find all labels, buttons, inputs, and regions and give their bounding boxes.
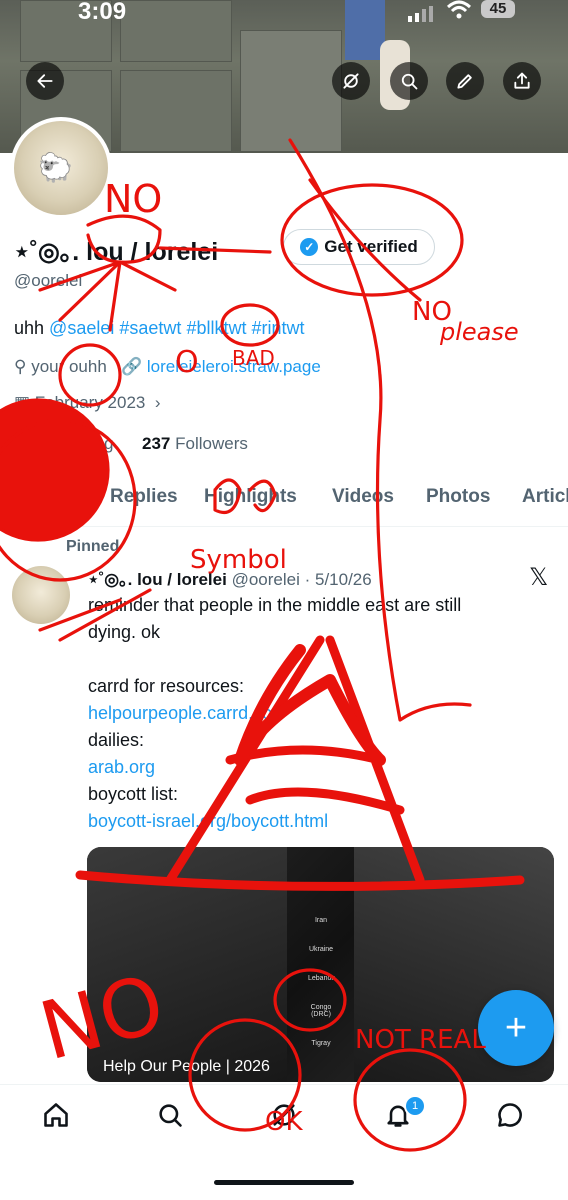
tab-articles[interactable]: Articles — [522, 486, 568, 508]
chevron-right-icon: › — [150, 393, 161, 412]
bio-text: uhh — [14, 318, 50, 338]
post-text-line: dailies: — [88, 730, 145, 750]
link-icon: 🔗 — [120, 357, 143, 376]
back-arrow-icon — [37, 74, 53, 88]
annotation-no-please: please — [439, 318, 519, 346]
bio-link[interactable]: @saelei — [49, 318, 114, 338]
card-flag-label: Ukraine — [308, 946, 334, 953]
search-icon — [159, 1104, 182, 1127]
card-flag-label: Tigray — [311, 1040, 331, 1047]
edit-button[interactable] — [446, 62, 484, 100]
post-link[interactable]: boycott-israel.org/boycott.html — [88, 808, 548, 835]
get-verified-button[interactable]: ✓ Get verified — [283, 229, 435, 265]
search-icon — [401, 73, 418, 90]
post-body: reminder that people in the middle east … — [88, 592, 548, 835]
status-time: 3:09 — [78, 0, 127, 25]
card-flag-list: Iran Ukraine Lebanon Congo (DRC) Tigray — [308, 917, 336, 1069]
share-button[interactable] — [503, 62, 541, 100]
profile-handle: @oorelei — [14, 271, 83, 290]
profile-location: your ouhh — [31, 357, 107, 376]
profile-bio: uhh @saelei #saetwt #bllktwt #rintwt — [14, 318, 305, 339]
grok-icon — [273, 1104, 295, 1126]
nav-messages[interactable] — [496, 1101, 526, 1131]
profile-display-name: ⋆˚◎｡. lou / lorelei — [14, 238, 219, 266]
plus-icon: + — [504, 1006, 528, 1049]
compose-post-button[interactable]: + — [478, 990, 554, 1066]
post-link[interactable]: helpourpeople.carrd.co — [88, 700, 548, 727]
tab-posts[interactable]: Posts — [22, 486, 74, 508]
wifi-icon — [446, 0, 472, 26]
home-indicator — [214, 1180, 354, 1185]
profile-meta-row: ⚲ your ouhh 🔗 loreleieleroi.straw.page — [14, 357, 321, 377]
tab-highlights[interactable]: Highlights — [204, 486, 297, 508]
tab-photos[interactable]: Photos — [426, 486, 490, 508]
profile-website[interactable]: loreleieleroi.straw.page — [147, 357, 321, 376]
post-separator: · — [304, 570, 311, 589]
nav-search[interactable] — [156, 1101, 186, 1131]
post-text-line: boycott list: — [88, 784, 179, 804]
pencil-icon — [457, 74, 472, 89]
card-flag-label: Lebanon — [308, 975, 336, 982]
signal-icon — [408, 6, 436, 27]
search-button[interactable] — [390, 62, 428, 100]
post-author-avatar[interactable] — [12, 566, 70, 624]
profile-joined-row[interactable]: ▦ February 2023 › — [14, 393, 161, 413]
post-author-name: ⋆˚◎｡. lou / lorelei — [88, 570, 227, 589]
calendar-icon: ▦ — [14, 393, 31, 412]
nav-grok[interactable] — [270, 1101, 300, 1131]
profile-joined: February 2023 — [34, 393, 146, 412]
annotation-no: NO — [104, 177, 162, 221]
profile-avatar[interactable]: 🐑 — [10, 117, 112, 219]
bio-link[interactable]: #saetwt — [119, 318, 181, 338]
x-logo-icon: 𝕏 — [529, 564, 549, 591]
post-text-line — [88, 646, 548, 673]
post-text-line: dying. ok — [88, 622, 161, 642]
battery-indicator: 45 — [481, 0, 515, 18]
bio-link[interactable]: #bllktwt — [186, 318, 246, 338]
get-verified-label: Get verified — [324, 237, 418, 256]
following-count[interactable]: 77 Following — [18, 434, 113, 454]
share-icon — [514, 72, 530, 89]
notification-badge: 1 — [404, 1095, 426, 1117]
card-flag-label: Congo (DRC) — [310, 1004, 332, 1018]
status-bar: 3:09 45 — [0, 0, 568, 28]
home-icon — [44, 1103, 68, 1127]
back-button[interactable] — [26, 62, 64, 100]
pinned-label: Pinned — [66, 538, 120, 555]
tab-replies[interactable]: Replies — [110, 486, 178, 508]
post-date: 5/10/26 — [315, 570, 372, 589]
post-link[interactable]: arab.org — [88, 754, 548, 781]
card-flag-label: Iran — [314, 917, 328, 924]
post-text-line: carrd for resources: — [88, 676, 245, 696]
verified-check-icon: ✓ — [300, 238, 319, 256]
followers-count[interactable]: 237 Followers — [142, 434, 248, 454]
post-author-handle: @oorelei — [231, 570, 300, 589]
post-author-row[interactable]: ⋆˚◎｡. lou / lorelei @oorelei · 5/10/26 — [88, 565, 372, 590]
nav-home[interactable] — [42, 1101, 72, 1131]
profile-tabs: Posts Replies Highlights Videos Photos A… — [0, 478, 568, 527]
tab-videos[interactable]: Videos — [332, 486, 394, 508]
post-text-line: reminder that people in the middle east … — [88, 595, 462, 615]
location-icon: ⚲ — [14, 357, 27, 376]
annotation-no-please: NO — [412, 297, 452, 327]
grok-button[interactable] — [332, 62, 370, 100]
card-caption: Help Our People | 2026 — [103, 1058, 270, 1075]
grok-icon — [343, 73, 359, 89]
bio-link[interactable]: #rintwt — [251, 318, 304, 338]
chat-bubble-icon — [498, 1103, 522, 1127]
